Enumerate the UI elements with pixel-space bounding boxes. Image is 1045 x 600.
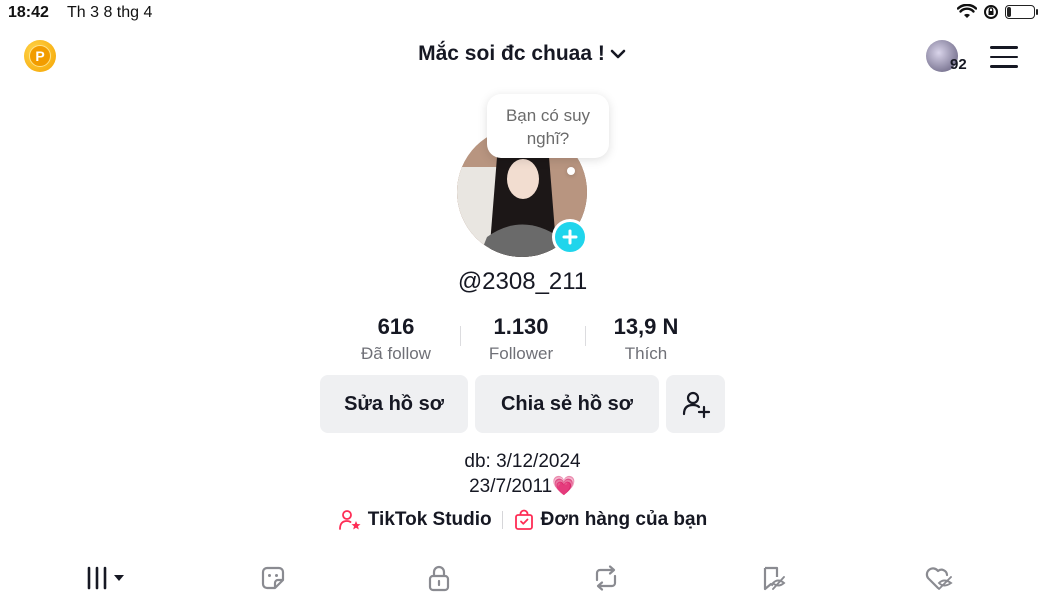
repost-icon <box>595 565 617 591</box>
lock-icon <box>428 565 450 592</box>
status-icons <box>957 4 1038 20</box>
creator-star-icon <box>338 510 361 530</box>
friends-count: 92 <box>950 56 967 73</box>
add-story-button[interactable] <box>552 219 588 255</box>
share-profile-button[interactable]: Chia sẻ hồ sơ <box>475 375 659 433</box>
tab-liked[interactable] <box>919 562 959 594</box>
bio-line-2: 23/7/2011💗 <box>469 476 576 497</box>
stat-likes[interactable]: 13,9 N Thích <box>576 314 716 364</box>
account-title: Mắc soi đc chuaa ! <box>418 42 605 65</box>
sticker-icon <box>261 566 285 590</box>
bio-line-1: db: 3/12/2024 <box>464 451 581 472</box>
stat-label: Đã follow <box>361 344 431 363</box>
heart-hidden-icon <box>925 567 953 590</box>
orders-link[interactable]: Đơn hàng của bạn <box>513 509 708 531</box>
stat-followers[interactable]: 1.130 Follower <box>451 314 591 364</box>
links-divider <box>501 511 503 529</box>
chevron-down-icon <box>610 49 626 59</box>
stat-value: 616 <box>377 314 415 339</box>
tiktok-studio-link[interactable]: TikTok Studio <box>338 509 492 531</box>
stat-value: 13,9 N <box>613 314 679 339</box>
wifi-icon <box>957 4 977 18</box>
tab-reposts[interactable] <box>586 562 626 594</box>
tab-private[interactable] <box>419 562 459 594</box>
stat-label: Follower <box>488 344 554 363</box>
bookmark-hidden-icon <box>763 566 786 591</box>
status-date: Th 3 8 thg 4 <box>67 4 153 21</box>
bubble-tail <box>567 167 575 175</box>
tiktok-studio-label: TikTok Studio <box>367 509 492 530</box>
tab-stickers[interactable] <box>253 562 293 594</box>
status-time: 18:42 <box>8 4 49 21</box>
account-switcher[interactable]: Mắc soi đc chuaa ! <box>0 42 1045 66</box>
videos-grid-icon <box>87 566 124 590</box>
stat-label: Thích <box>624 344 668 363</box>
tab-videos[interactable] <box>86 562 130 594</box>
stat-following[interactable]: 616 Đã follow <box>326 314 466 364</box>
username: @2308_211 <box>457 268 588 295</box>
menu-icon[interactable] <box>990 46 1018 68</box>
thought-bubble[interactable]: Bạn có suy nghĩ? <box>487 94 609 158</box>
edit-profile-button[interactable]: Sửa hồ sơ <box>320 375 468 433</box>
plus-icon <box>562 229 578 245</box>
add-friend-button[interactable] <box>666 375 725 433</box>
tab-favorites[interactable] <box>753 562 793 594</box>
orders-label: Đơn hàng của bạn <box>540 509 708 530</box>
orientation-lock-icon <box>984 5 998 19</box>
stat-value: 1.130 <box>493 314 549 339</box>
profile-links: TikTok Studio Đơn hàng của bạn <box>0 509 1045 531</box>
shopping-bag-icon <box>514 509 533 530</box>
battery-icon <box>1005 5 1038 19</box>
add-user-icon <box>682 391 710 419</box>
